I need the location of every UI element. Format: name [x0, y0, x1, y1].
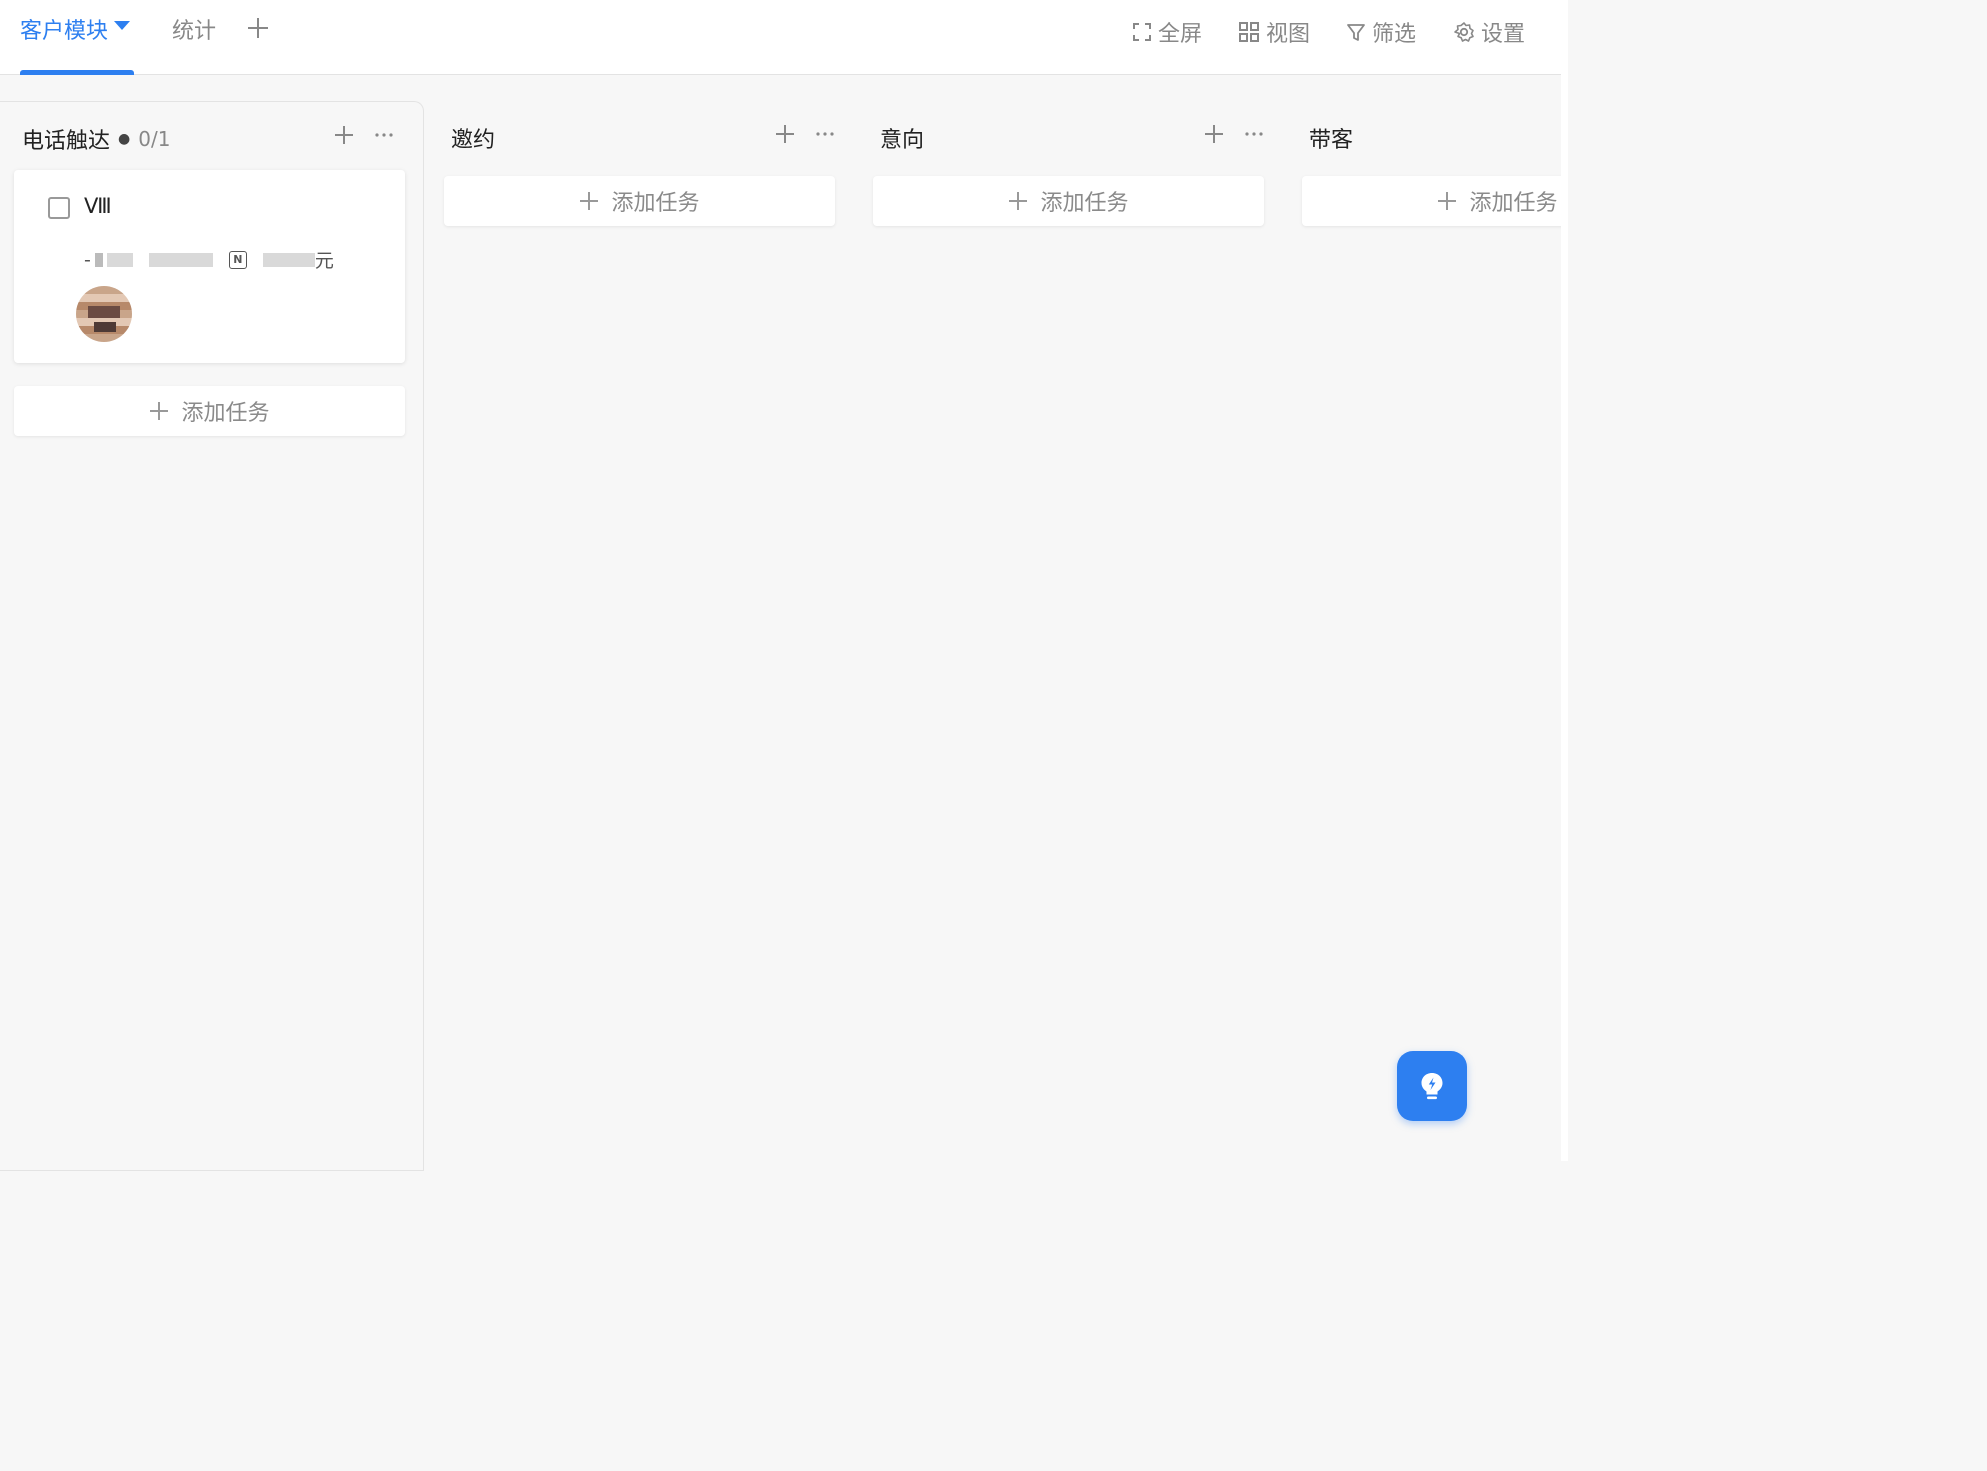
column-actions	[333, 124, 395, 146]
task-amount: 元	[262, 246, 334, 273]
task-meta: - N 元	[84, 246, 334, 273]
add-column-item-icon[interactable]	[333, 124, 355, 146]
amount-suffix: 元	[314, 250, 334, 272]
settings-button[interactable]: 设置	[1453, 14, 1525, 50]
add-column-item-icon[interactable]	[774, 123, 796, 145]
more-icon[interactable]	[1243, 123, 1265, 145]
more-icon[interactable]	[373, 124, 395, 146]
add-task-button[interactable]: 添加任务	[444, 176, 835, 226]
column-title: 带客	[1309, 128, 1354, 153]
top-bar: 客户模块 统计 全屏 视图 筛选 设置	[0, 0, 1561, 75]
task-date: -	[84, 249, 133, 271]
tab-label: 客户模块	[20, 19, 109, 44]
tab-statistics[interactable]: 统计	[172, 14, 216, 50]
redacted-text	[148, 252, 213, 267]
column-intention: 意向 添加任务	[859, 101, 1289, 1171]
column-phone-contact: 电话触达 ● 0/1 Ⅷ - N 元 添加任务	[0, 101, 424, 1171]
right-edge	[1561, 0, 1568, 1161]
column-actions	[774, 123, 836, 145]
column-header: 带客	[1309, 121, 1353, 155]
column-showing: 带客 添加任务	[1288, 101, 1561, 1171]
expand-icon	[1133, 23, 1151, 41]
more-icon[interactable]	[814, 123, 836, 145]
settings-label: 设置	[1481, 22, 1526, 47]
add-task-label: 添加任务	[1040, 191, 1129, 216]
task-title: Ⅷ	[84, 194, 112, 218]
column-title: 电话触达	[22, 129, 111, 154]
grid-icon	[1239, 22, 1259, 42]
plus-icon	[1009, 192, 1028, 210]
fullscreen-button[interactable]: 全屏	[1132, 14, 1202, 50]
task-card[interactable]: Ⅷ - N 元	[14, 170, 405, 363]
redacted-text	[262, 252, 315, 267]
plus-icon	[248, 18, 268, 38]
help-fab-button[interactable]	[1397, 1051, 1467, 1121]
lightbulb-icon	[1421, 1073, 1443, 1100]
fullscreen-label: 全屏	[1158, 22, 1203, 47]
add-task-label: 添加任务	[181, 401, 270, 426]
add-task-label: 添加任务	[611, 191, 700, 216]
filter-button[interactable]: 筛选	[1346, 14, 1416, 50]
tab-customer-module[interactable]: 客户模块	[20, 14, 131, 50]
redacted-text	[94, 252, 103, 267]
column-header: 意向	[880, 121, 924, 155]
filter-label: 筛选	[1372, 22, 1417, 47]
active-tab-indicator	[20, 70, 134, 75]
add-task-button[interactable]: 添加任务	[1302, 176, 1561, 226]
add-tab-button[interactable]	[246, 16, 274, 44]
column-actions	[1203, 123, 1265, 145]
n-badge-icon: N	[228, 250, 247, 269]
view-label: 视图	[1266, 22, 1311, 47]
gear-icon	[1454, 22, 1474, 42]
plus-icon	[150, 402, 169, 420]
filter-icon	[1347, 24, 1365, 41]
column-invite: 邀约 添加任务	[430, 101, 860, 1171]
task-checkbox[interactable]	[48, 197, 70, 219]
avatar[interactable]	[76, 286, 132, 342]
dot-separator-icon: ●	[118, 131, 131, 147]
column-count: 0/1	[138, 127, 171, 151]
column-title: 邀约	[451, 128, 496, 153]
plus-icon	[1438, 192, 1457, 210]
add-column-item-icon[interactable]	[1203, 123, 1225, 145]
view-button[interactable]: 视图	[1238, 14, 1310, 50]
avatar-pixel	[88, 306, 120, 318]
plus-icon	[580, 192, 599, 210]
add-task-button[interactable]: 添加任务	[14, 386, 405, 436]
caret-down-icon[interactable]	[114, 20, 131, 30]
column-header: 邀约	[451, 121, 495, 155]
add-task-label: 添加任务	[1469, 191, 1558, 216]
redacted-text	[106, 252, 133, 267]
column-header: 电话触达 ● 0/1	[22, 122, 170, 156]
add-task-button[interactable]: 添加任务	[873, 176, 1264, 226]
tab-label: 统计	[172, 19, 217, 44]
avatar-pixel	[94, 322, 116, 332]
dash-icon: -	[84, 248, 91, 271]
column-title: 意向	[880, 128, 925, 153]
